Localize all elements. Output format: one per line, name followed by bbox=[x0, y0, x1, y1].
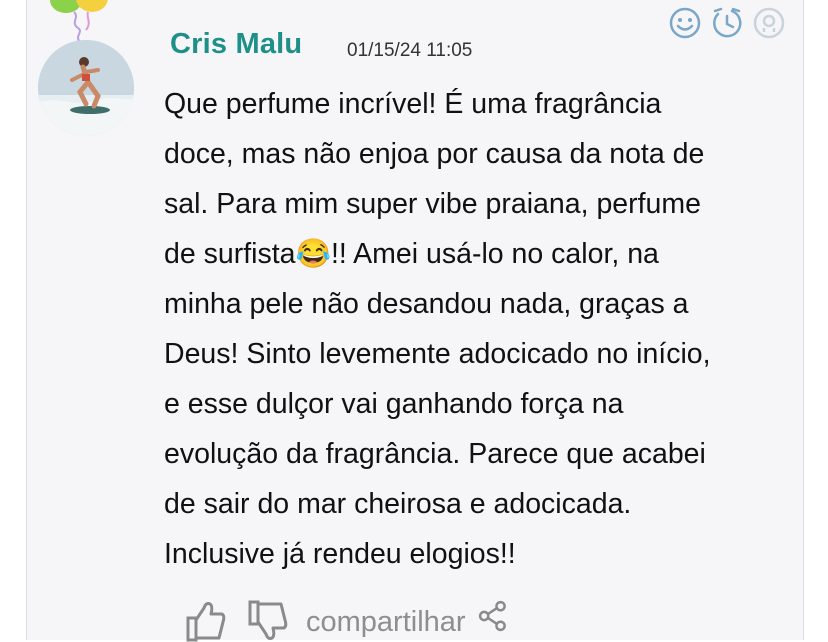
thumbs-up-icon[interactable] bbox=[182, 598, 226, 642]
username[interactable]: Cris Malu bbox=[170, 28, 302, 61]
user-icon[interactable] bbox=[752, 6, 786, 40]
top-icon-group bbox=[668, 6, 786, 40]
share-button[interactable]: compartilhar bbox=[306, 606, 466, 639]
share-icon[interactable] bbox=[476, 598, 512, 634]
avatar-image bbox=[38, 40, 134, 136]
review-actions: compartilhar bbox=[182, 598, 512, 642]
review-text: Que perfume incrível! É uma fragrância d… bbox=[164, 88, 711, 570]
avatar[interactable] bbox=[38, 40, 134, 136]
clock-icon[interactable] bbox=[710, 6, 744, 40]
smile-icon[interactable] bbox=[668, 6, 702, 40]
thumbs-down-icon[interactable] bbox=[244, 598, 288, 642]
timestamp: 01/15/24 11:05 bbox=[347, 40, 473, 61]
